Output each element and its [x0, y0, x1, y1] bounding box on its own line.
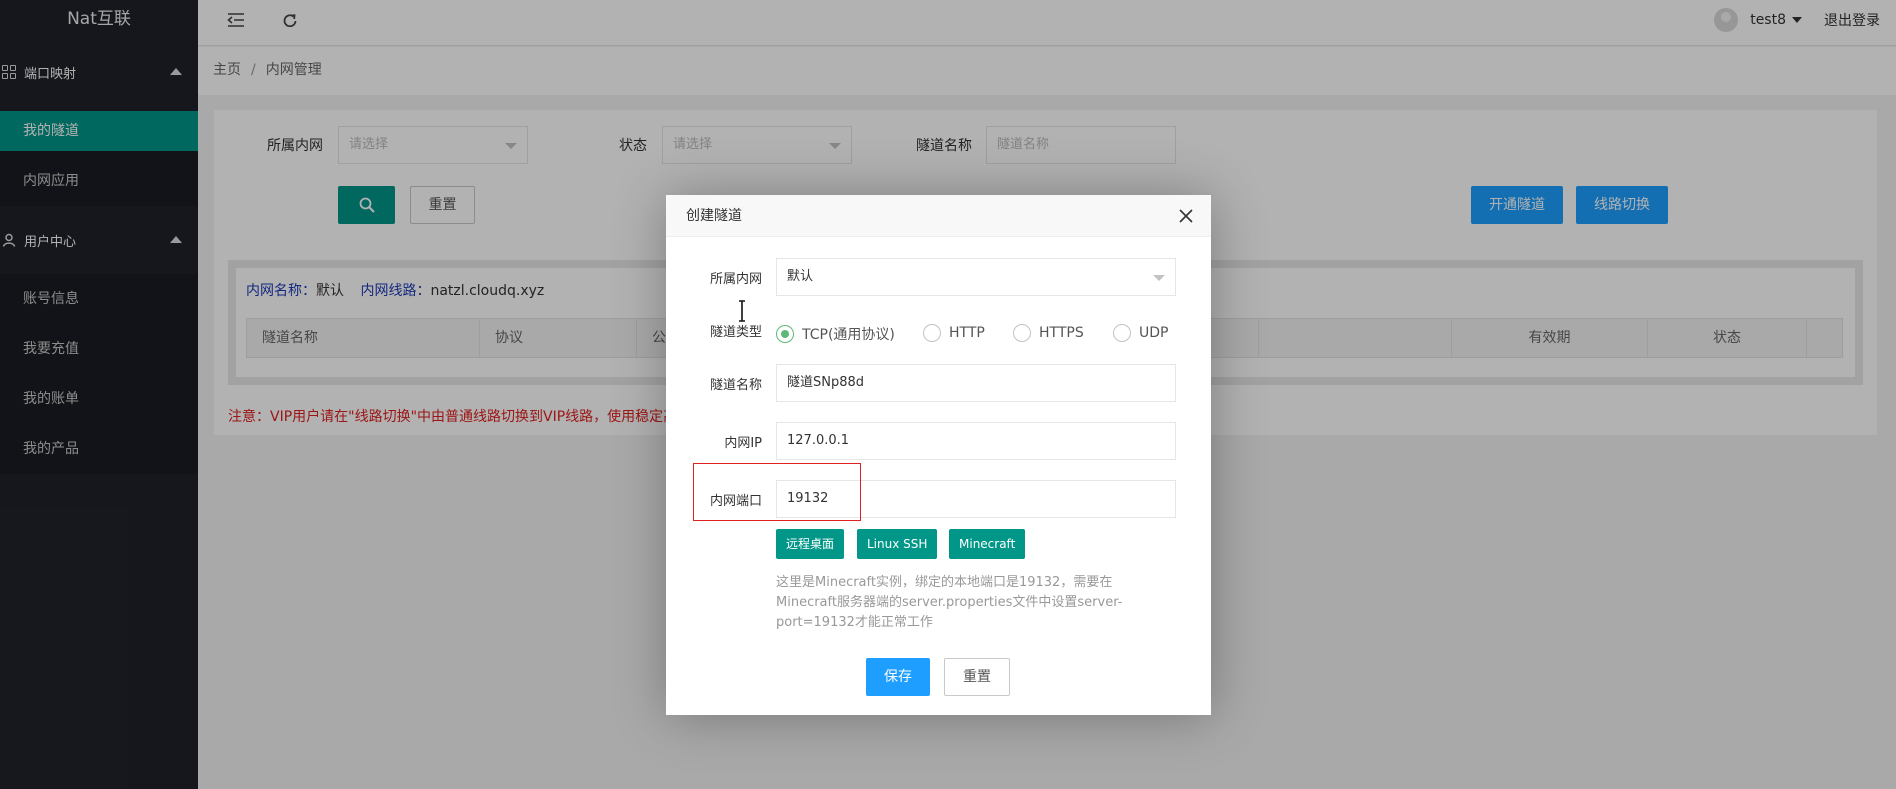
- network-label: 所属内网: [709, 272, 762, 287]
- radio-unchecked-icon: [1013, 324, 1031, 342]
- radio-unchecked-icon: [923, 324, 941, 342]
- radio-label: TCP(通用协议): [802, 327, 895, 343]
- network-select[interactable]: 默认: [776, 258, 1176, 296]
- radio-label: HTTPS: [1039, 325, 1084, 341]
- close-icon[interactable]: [1177, 207, 1195, 225]
- radio-label: HTTP: [949, 325, 985, 341]
- local-ip-input[interactable]: 127.0.0.1: [776, 422, 1176, 460]
- radio-udp[interactable]: UDP: [1113, 324, 1168, 342]
- radio-unchecked-icon: [1113, 324, 1131, 342]
- radio-checked-icon: [776, 325, 794, 343]
- highlight-box: [693, 463, 861, 521]
- preset-minecraft-button[interactable]: Minecraft: [949, 529, 1026, 559]
- text-cursor-icon: [737, 300, 747, 322]
- preset-remote-desktop-button[interactable]: 远程桌面: [776, 529, 845, 559]
- tunnel-name-label: 隧道名称: [709, 378, 762, 393]
- tunnel-name-input[interactable]: 隧道SNp88d: [776, 364, 1176, 402]
- radio-https[interactable]: HTTPS: [1013, 324, 1084, 342]
- radio-tcp[interactable]: TCP(通用协议): [776, 324, 895, 344]
- dropdown-arrow-icon: [1153, 275, 1165, 281]
- reset-button[interactable]: 重置: [944, 658, 1010, 696]
- dialog-title: 创建隧道: [666, 195, 1211, 237]
- port-hint-text: 这里是Minecraft实例，绑定的本地端口是19132，需要在Minecraf…: [776, 575, 1123, 630]
- local-ip-label: 内网IP: [724, 436, 762, 451]
- preset-linux-ssh-button[interactable]: Linux SSH: [857, 529, 938, 559]
- radio-label: UDP: [1139, 325, 1169, 341]
- network-value: 默认: [787, 269, 814, 284]
- radio-http[interactable]: HTTP: [923, 324, 985, 342]
- save-button[interactable]: 保存: [866, 658, 930, 696]
- create-tunnel-dialog: 创建隧道 所属内网 默认 隧道类型 TCP(通用协议) HTTP HTTPS U…: [666, 195, 1211, 715]
- tunnel-type-label: 隧道类型: [709, 325, 762, 340]
